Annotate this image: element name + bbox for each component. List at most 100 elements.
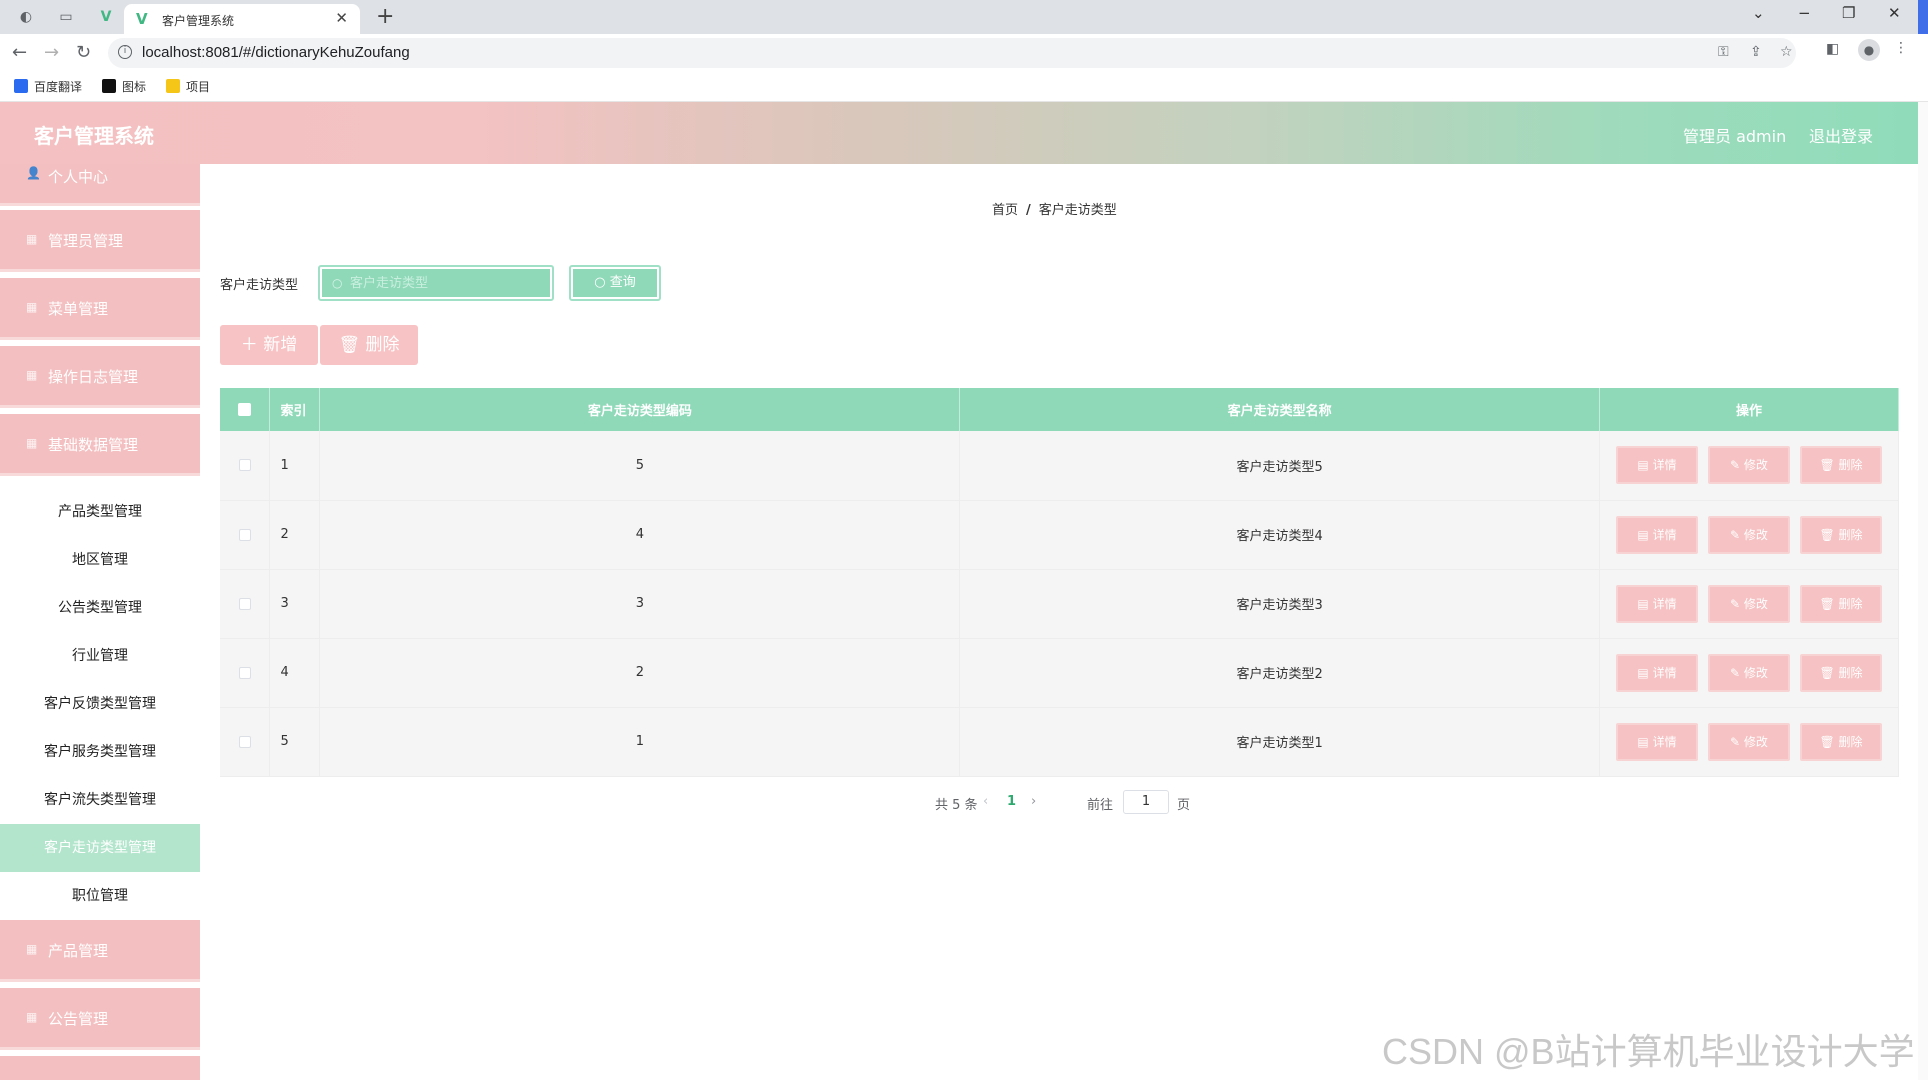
edit-button[interactable]: ✎ 修改	[1708, 722, 1790, 761]
row-index: 2	[269, 500, 321, 570]
new-tab-button[interactable]: +	[376, 4, 394, 29]
restore-button[interactable]: ❐	[1842, 4, 1855, 22]
menu-icon: ▦	[26, 300, 38, 314]
row-index: 3	[269, 569, 321, 639]
edit-button[interactable]: ✎ 修改	[1708, 515, 1790, 554]
trash-icon: 🗑	[338, 335, 361, 355]
query-button[interactable]: ○ 查询	[569, 265, 661, 301]
page-number[interactable]: 1	[1007, 794, 1016, 809]
bookmark-item[interactable]: 项目	[166, 78, 210, 95]
window-edge	[1918, 0, 1928, 34]
row-index: 1	[269, 431, 321, 501]
detail-button[interactable]: ▤ 详情	[1616, 446, 1698, 485]
delete-button[interactable]: 🗑 删除	[1800, 653, 1882, 692]
forward-icon[interactable]: →	[44, 42, 59, 63]
sidebar-sub-notice-type[interactable]: 公告类型管理	[0, 584, 200, 632]
add-button[interactable]: ＋ 新增	[220, 325, 318, 365]
sidebar-sub-churn-type[interactable]: 客户流失类型管理	[0, 776, 200, 824]
bookmark-item[interactable]: 百度翻译	[14, 78, 82, 95]
bulk-delete-button[interactable]: 🗑 删除	[320, 325, 418, 365]
goto-label: 前往	[1087, 798, 1114, 813]
main-content: 首页/客户走访类型 客户走访类型 ○ ○ 查询 ＋ 新增 🗑 删除 索引 客户走…	[200, 164, 1928, 1080]
vue-tab-icon[interactable]: V	[96, 7, 116, 27]
document-icon: ▤	[1637, 596, 1653, 611]
detail-button[interactable]: ▤ 详情	[1616, 584, 1698, 623]
edit-button[interactable]: ✎ 修改	[1708, 584, 1790, 623]
header-index: 索引	[269, 388, 321, 431]
breadcrumb: 首页 / 客户走访类型	[992, 203, 1117, 218]
edit-icon: ✎	[1730, 665, 1744, 680]
table-row: 5 1 客户走访类型1 ▤ 详情 ✎ 修改 🗑 删除	[220, 707, 1899, 777]
close-icon[interactable]: ✕	[335, 9, 348, 27]
sidepanel-icon[interactable]: ◧	[1826, 41, 1839, 57]
translate-icon	[14, 79, 28, 93]
url-field[interactable]: i localhost:8081/#/dictionaryKehuZoufang…	[108, 38, 1796, 68]
profile-icon[interactable]: ●	[1858, 39, 1880, 61]
row-name: 客户走访类型3	[959, 569, 1600, 639]
delete-button[interactable]: 🗑 删除	[1800, 722, 1882, 761]
search-input[interactable]	[322, 269, 550, 297]
row-checkbox[interactable]	[220, 431, 271, 501]
row-checkbox[interactable]	[220, 707, 271, 777]
address-bar: ← → ↻ i localhost:8081/#/dictionaryKehuZ…	[0, 34, 1928, 72]
delete-button[interactable]: 🗑 删除	[1800, 584, 1882, 623]
minimize-button[interactable]: −	[1798, 4, 1811, 22]
back-icon[interactable]: ←	[12, 42, 27, 63]
app-header: 客户管理系统 管理员 admin 退出登录	[0, 102, 1928, 164]
row-checkbox[interactable]	[220, 500, 271, 570]
sidebar-sub-industry[interactable]: 行业管理	[0, 632, 200, 680]
sidebar-item-profile[interactable]: 👤 个人中心	[0, 164, 200, 206]
watermark: CSDN @B站计算机毕业设计大学	[1382, 1031, 1915, 1072]
delete-button[interactable]: 🗑 删除	[1800, 515, 1882, 554]
share-icon[interactable]: ⇪	[1750, 44, 1762, 60]
search-icon: ○	[332, 276, 343, 290]
goto-page-input[interactable]: 1	[1123, 790, 1169, 814]
info-icon[interactable]: i	[118, 45, 132, 59]
row-code: 5	[319, 431, 961, 501]
window-close-button[interactable]: ✕	[1888, 4, 1901, 22]
sidebar-item-basic-data[interactable]: ▦ 基础数据管理	[0, 414, 200, 476]
trash-icon: 🗑	[1819, 734, 1839, 749]
tab-icon[interactable]: ▭	[56, 7, 76, 27]
star-icon[interactable]: ☆	[1780, 44, 1793, 60]
row-index: 4	[269, 638, 321, 708]
sidebar-sub-visit-type[interactable]: 客户走访类型管理	[0, 824, 200, 872]
globe-icon[interactable]: ◐	[16, 7, 36, 27]
sidebar-sub-service-type[interactable]: 客户服务类型管理	[0, 728, 200, 776]
header-name: 客户走访类型名称	[959, 388, 1600, 431]
sidebar-item-menu[interactable]: ▦ 菜单管理	[0, 278, 200, 340]
next-page-icon[interactable]: ›	[1031, 794, 1036, 809]
edit-button[interactable]: ✎ 修改	[1708, 653, 1790, 692]
sidebar-item-notice[interactable]: ▦ 公告管理	[0, 988, 200, 1050]
table-row: 4 2 客户走访类型2 ▤ 详情 ✎ 修改 🗑 删除	[220, 638, 1899, 708]
header-code: 客户走访类型编码	[319, 388, 961, 431]
sidebar-sub-region[interactable]: 地区管理	[0, 536, 200, 584]
key-icon[interactable]: ⚿	[1718, 44, 1729, 60]
row-checkbox[interactable]	[220, 638, 271, 708]
row-checkbox[interactable]	[220, 569, 271, 639]
breadcrumb-home[interactable]: 首页	[992, 203, 1018, 218]
sidebar-sub-feedback-type[interactable]: 客户反馈类型管理	[0, 680, 200, 728]
sidebar-sub-product-type[interactable]: 产品类型管理	[0, 488, 200, 536]
sidebar-item-more[interactable]	[0, 1056, 200, 1080]
logout-link[interactable]: 退出登录	[1809, 123, 1873, 147]
reload-icon[interactable]: ↻	[76, 42, 91, 63]
bookmark-item[interactable]: 图标	[102, 78, 146, 95]
delete-button[interactable]: 🗑 删除	[1800, 446, 1882, 485]
data-table: 索引 客户走访类型编码 客户走访类型名称 操作 1 5 客户走访类型5 ▤ 详情 ✎ 修…	[220, 388, 1899, 777]
edit-button[interactable]: ✎ 修改	[1708, 446, 1790, 485]
sidebar-item-product[interactable]: ▦ 产品管理	[0, 920, 200, 982]
detail-button[interactable]: ▤ 详情	[1616, 653, 1698, 692]
row-name: 客户走访类型2	[959, 638, 1600, 708]
active-tab[interactable]: V 客户管理系统 ✕	[124, 4, 360, 34]
select-all-checkbox[interactable]	[220, 388, 271, 431]
detail-button[interactable]: ▤ 详情	[1616, 515, 1698, 554]
sidebar-sub-position[interactable]: 职位管理	[0, 872, 200, 920]
more-icon[interactable]: ⋮	[1894, 40, 1908, 56]
chevron-down-icon[interactable]: ⌄	[1752, 4, 1765, 22]
sidebar-item-logs[interactable]: ▦ 操作日志管理	[0, 346, 200, 408]
prev-page-icon[interactable]: ‹	[983, 794, 988, 809]
detail-button[interactable]: ▤ 详情	[1616, 722, 1698, 761]
scrollbar[interactable]	[1918, 102, 1928, 1080]
sidebar-item-admin[interactable]: ▦ 管理员管理	[0, 210, 200, 272]
